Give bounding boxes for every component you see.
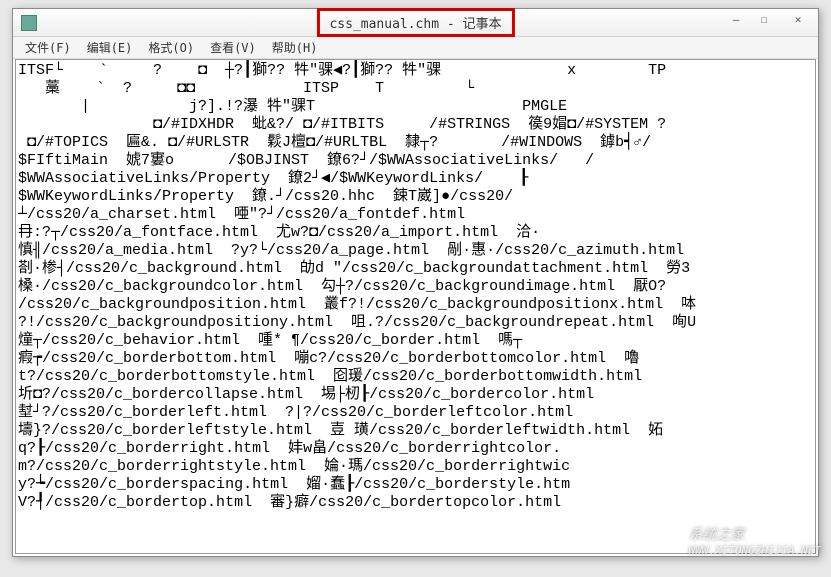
minimize-button[interactable]: — xyxy=(722,9,750,29)
menu-file[interactable]: 文件(F) xyxy=(17,39,79,56)
window-controls: — ☐ ✕ xyxy=(722,9,818,29)
titlebar[interactable]: css_manual.chm - 记事本 — ☐ ✕ xyxy=(13,9,818,37)
notepad-window: css_manual.chm - 记事本 — ☐ ✕ 文件(F) 编辑(E) 格… xyxy=(12,8,819,557)
maximize-button[interactable]: ☐ xyxy=(750,9,778,29)
app-icon xyxy=(21,15,37,31)
text-content[interactable]: ITSF└ ` ? ◘ ┼?┃獅?? 牪"骒◀?┃獅?? 牪"骒 x TP 藁 … xyxy=(16,60,815,514)
menu-view[interactable]: 查看(V) xyxy=(202,39,264,56)
menubar: 文件(F) 编辑(E) 格式(O) 查看(V) 帮助(H) xyxy=(13,37,818,59)
window-title: css_manual.chm - 记事本 xyxy=(316,8,514,37)
text-area[interactable]: ITSF└ ` ? ◘ ┼?┃獅?? 牪"骒◀?┃獅?? 牪"骒 x TP 藁 … xyxy=(15,59,816,554)
menu-format[interactable]: 格式(O) xyxy=(140,39,202,56)
menu-help[interactable]: 帮助(H) xyxy=(264,39,326,56)
title-highlight: css_manual.chm - 记事本 xyxy=(316,8,514,37)
close-button[interactable]: ✕ xyxy=(778,9,818,29)
menu-edit[interactable]: 编辑(E) xyxy=(79,39,141,56)
